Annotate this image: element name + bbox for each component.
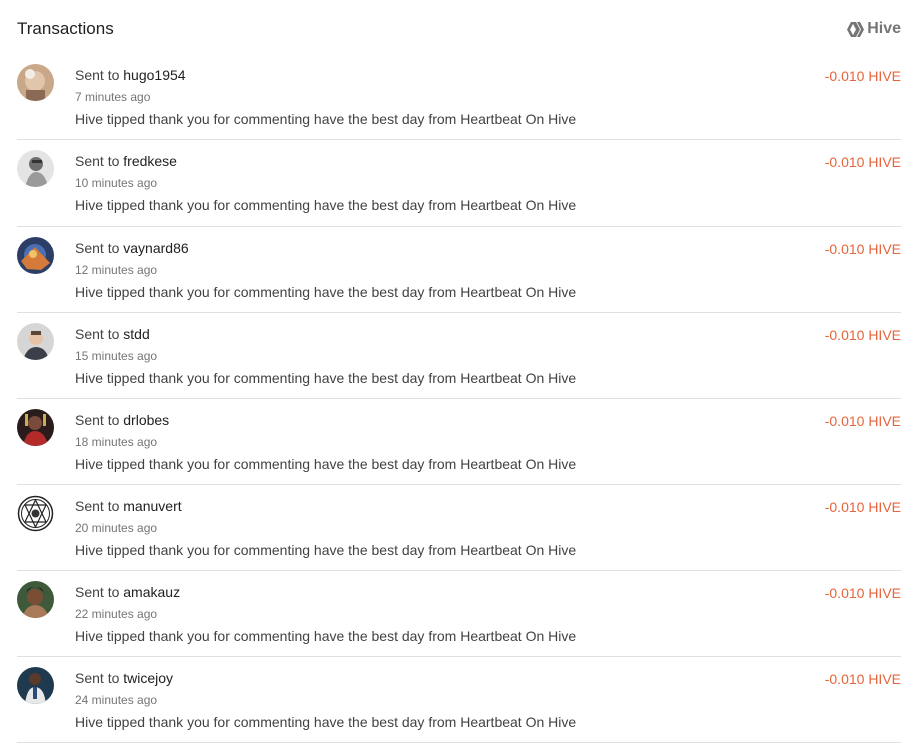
avatar[interactable] bbox=[17, 581, 54, 618]
sent-prefix: Sent to bbox=[75, 153, 120, 169]
timestamp: 12 minutes ago bbox=[75, 263, 158, 277]
memo-text: Hive tipped thank you for commenting hav… bbox=[75, 628, 577, 644]
sent-prefix: Sent to bbox=[75, 412, 120, 428]
recipient-username-link[interactable]: amakauz bbox=[123, 584, 180, 600]
sent-prefix: Sent to bbox=[75, 584, 120, 600]
amount: -0.010 HIVE bbox=[824, 154, 901, 170]
recipient-username-link[interactable]: drlobes bbox=[123, 412, 169, 428]
memo-text: Hive tipped thank you for commenting hav… bbox=[75, 197, 577, 213]
hive-logo-icon bbox=[847, 21, 865, 37]
sent-prefix: Sent to bbox=[75, 326, 120, 342]
memo-text: Hive tipped thank you for commenting hav… bbox=[75, 456, 577, 472]
recipient-line: Sent to amakauz bbox=[75, 583, 180, 601]
recipient-username-link[interactable]: hugo1954 bbox=[123, 67, 185, 83]
amount: -0.010 HIVE bbox=[824, 327, 901, 343]
timestamp: 7 minutes ago bbox=[75, 90, 151, 104]
sent-prefix: Sent to bbox=[75, 498, 120, 514]
transaction-row: Sent to manuvert 20 minutes ago Hive tip… bbox=[17, 485, 901, 571]
recipient-username-link[interactable]: vaynard86 bbox=[123, 240, 188, 256]
recipient-username-link[interactable]: fredkese bbox=[123, 153, 177, 169]
recipient-line: Sent to fredkese bbox=[75, 152, 177, 170]
recipient-line: Sent to vaynard86 bbox=[75, 239, 189, 257]
amount: -0.010 HIVE bbox=[824, 241, 901, 257]
transactions-panel: Transactions Hive Sent to hugo1954 7 min… bbox=[0, 0, 912, 747]
page-title: Transactions bbox=[17, 19, 114, 38]
amount: -0.010 HIVE bbox=[824, 671, 901, 687]
panel-header: Transactions Hive bbox=[17, 18, 901, 42]
recipient-username-link[interactable]: stdd bbox=[123, 326, 149, 342]
avatar[interactable] bbox=[17, 495, 54, 532]
memo-text: Hive tipped thank you for commenting hav… bbox=[75, 111, 577, 127]
amount: -0.010 HIVE bbox=[824, 68, 901, 84]
transaction-row: Sent to twicejoy 24 minutes ago Hive tip… bbox=[17, 657, 901, 743]
sent-prefix: Sent to bbox=[75, 240, 120, 256]
sent-prefix: Sent to bbox=[75, 67, 120, 83]
timestamp: 15 minutes ago bbox=[75, 349, 158, 363]
timestamp: 24 minutes ago bbox=[75, 693, 158, 707]
avatar[interactable] bbox=[17, 667, 54, 704]
recipient-line: Sent to manuvert bbox=[75, 497, 182, 515]
transaction-list: Sent to hugo1954 7 minutes ago Hive tipp… bbox=[17, 54, 901, 743]
recipient-line: Sent to twicejoy bbox=[75, 669, 173, 687]
timestamp: 22 minutes ago bbox=[75, 607, 158, 621]
amount: -0.010 HIVE bbox=[824, 413, 901, 429]
recipient-username-link[interactable]: twicejoy bbox=[123, 670, 173, 686]
transaction-row: Sent to amakauz 22 minutes ago Hive tipp… bbox=[17, 571, 901, 657]
recipient-username-link[interactable]: manuvert bbox=[123, 498, 181, 514]
transaction-row: Sent to fredkese 10 minutes ago Hive tip… bbox=[17, 140, 901, 227]
timestamp: 20 minutes ago bbox=[75, 521, 158, 535]
transaction-row: Sent to stdd 15 minutes ago Hive tipped … bbox=[17, 313, 901, 399]
avatar[interactable] bbox=[17, 150, 54, 187]
timestamp: 18 minutes ago bbox=[75, 435, 158, 449]
memo-text: Hive tipped thank you for commenting hav… bbox=[75, 370, 577, 386]
brand-label: Hive bbox=[867, 20, 901, 37]
transaction-row: Sent to hugo1954 7 minutes ago Hive tipp… bbox=[17, 54, 901, 140]
sent-prefix: Sent to bbox=[75, 670, 120, 686]
memo-text: Hive tipped thank you for commenting hav… bbox=[75, 542, 577, 558]
amount: -0.010 HIVE bbox=[824, 499, 901, 515]
recipient-line: Sent to drlobes bbox=[75, 411, 169, 429]
recipient-line: Sent to stdd bbox=[75, 325, 150, 343]
avatar[interactable] bbox=[17, 409, 54, 446]
memo-text: Hive tipped thank you for commenting hav… bbox=[75, 714, 577, 730]
timestamp: 10 minutes ago bbox=[75, 176, 158, 190]
avatar[interactable] bbox=[17, 64, 54, 101]
memo-text: Hive tipped thank you for commenting hav… bbox=[75, 284, 577, 300]
avatar[interactable] bbox=[17, 323, 54, 360]
hive-brand-link[interactable]: Hive bbox=[847, 19, 901, 39]
transaction-row: Sent to vaynard86 12 minutes ago Hive ti… bbox=[17, 227, 901, 313]
amount: -0.010 HIVE bbox=[824, 585, 901, 601]
avatar[interactable] bbox=[17, 237, 54, 274]
transaction-row: Sent to drlobes 18 minutes ago Hive tipp… bbox=[17, 399, 901, 485]
recipient-line: Sent to hugo1954 bbox=[75, 66, 186, 84]
